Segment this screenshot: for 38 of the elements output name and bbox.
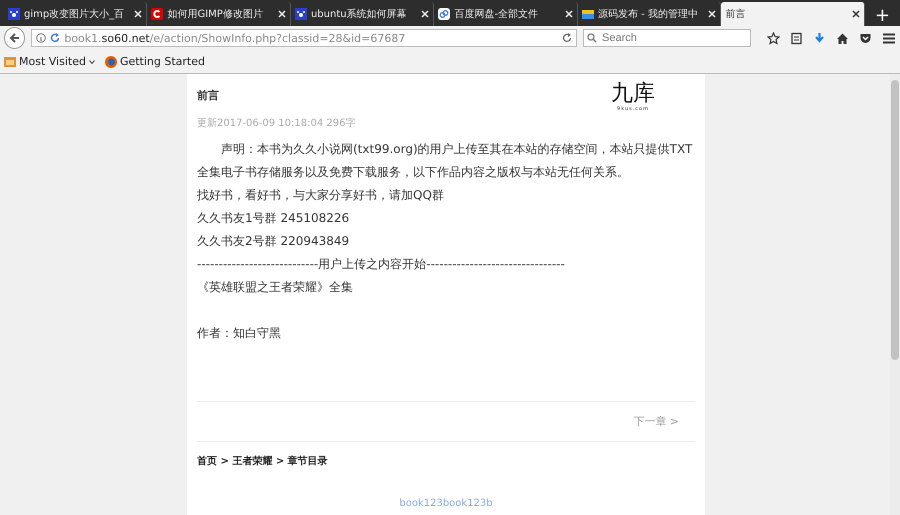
paw-icon — [8, 8, 20, 20]
new-tab-button[interactable]: + — [864, 5, 900, 26]
back-button[interactable] — [4, 27, 26, 49]
pocket-icon[interactable] — [859, 32, 872, 44]
breadcrumb: 首页 > 王者荣耀 > 章节目录 — [197, 454, 329, 468]
bookmark-item[interactable]: Getting Started — [104, 55, 205, 68]
address-field[interactable]: book1.so60.net/e/action/ShowInfo.php?classid=28&id=67687 — [31, 29, 577, 47]
globe-icon — [104, 56, 117, 68]
chevron-down-icon — [88, 60, 95, 64]
chapter-title: 前言 — [197, 88, 219, 103]
folder-icon — [582, 8, 594, 20]
reload-icon[interactable] — [562, 33, 572, 43]
reload-icon[interactable] — [50, 33, 60, 43]
download-icon[interactable] — [813, 32, 826, 44]
update-info: 更新2017-06-09 10:18:04 296字 — [197, 116, 356, 130]
reading-list-icon[interactable] — [790, 32, 803, 44]
body-text: 久久书友1号群 245108226 — [197, 210, 350, 227]
browser-tab[interactable]: 前言 — [721, 2, 865, 26]
paw-icon — [294, 8, 307, 20]
body-text: ----------------------------用户上传之内容开始-------------------------------- — [197, 256, 566, 273]
c-logo-icon — [151, 8, 164, 20]
menu-icon[interactable] — [882, 32, 896, 44]
body-text: 找好书，看好书，与大家分享好书，请加QQ群 — [197, 187, 445, 204]
star-icon[interactable] — [767, 32, 780, 44]
home-icon[interactable] — [836, 32, 849, 44]
close-icon[interactable] — [852, 10, 860, 18]
folder-icon — [4, 56, 16, 67]
info-icon[interactable] — [36, 33, 46, 43]
cloud-icon — [438, 8, 450, 20]
footer-text: book123book123b — [398, 498, 494, 509]
bookmark-item[interactable]: Most Visited — [4, 55, 95, 68]
body-text: 声明：本书为久久小说网(txt99.org)的用户上传至其在本站的存储空间，本站只提供TXT全集电子书存储服务以及免费下载服务，以下作品内容之版权与本站无任何关系。 — [197, 141, 694, 181]
body-text: 作者：知白守黑 — [197, 325, 282, 342]
scrollbar-thumb[interactable] — [891, 80, 899, 360]
search-field[interactable]: Search — [583, 29, 751, 47]
body-text: 久久书友2号群 220943849 — [197, 233, 350, 250]
back-arrow-icon — [8, 32, 21, 44]
body-text: 《英雄联盟之王者荣耀》全集 — [197, 279, 354, 296]
